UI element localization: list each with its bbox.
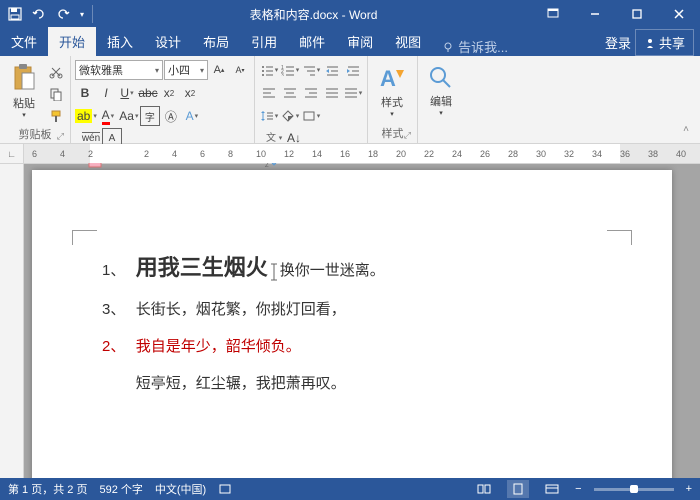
borders-button[interactable]: [301, 106, 321, 126]
underline-button[interactable]: U: [117, 83, 137, 103]
group-editing: 编辑 ▾: [418, 56, 464, 143]
document-line[interactable]: 短亭短，红尘辗，我把萧再叹。: [102, 372, 602, 393]
maximize-icon[interactable]: [616, 0, 658, 28]
tab-file[interactable]: 文件: [0, 27, 48, 56]
tab-home[interactable]: 开始: [48, 27, 96, 56]
styles-icon: A: [378, 64, 406, 92]
word-count[interactable]: 592 个字: [99, 481, 142, 497]
save-icon[interactable]: [4, 3, 26, 25]
collapse-ribbon-icon[interactable]: ˄: [676, 119, 696, 139]
svg-text:A: A: [380, 66, 396, 91]
enclosed-char-icon[interactable]: Ⓐ: [161, 106, 181, 126]
page-count[interactable]: 第 1 页，共 2 页: [8, 481, 87, 497]
page-viewport[interactable]: 1、 用我三生烟火换你一世迷离。 3、 长街长，烟花繁，你挑灯回看， 2、 我自是年…: [24, 164, 700, 478]
align-right-icon[interactable]: [301, 83, 321, 103]
clipboard-dialog-icon[interactable]: ⤢: [57, 131, 64, 142]
font-size-combo[interactable]: 小四▾: [164, 60, 208, 80]
font-color-button[interactable]: A: [98, 106, 118, 126]
window-controls: [532, 0, 700, 28]
editing-button[interactable]: 编辑 ▾: [422, 58, 460, 124]
tell-me[interactable]: 告诉我...: [432, 37, 605, 56]
copy-icon[interactable]: [46, 84, 66, 104]
grow-font-icon[interactable]: A▴: [209, 60, 229, 80]
multilevel-button[interactable]: [301, 60, 321, 80]
subscript-button[interactable]: x2: [159, 83, 179, 103]
undo-icon[interactable]: [28, 3, 50, 25]
qat-dropdown-icon[interactable]: ▾: [76, 3, 88, 25]
char-border-icon[interactable]: 字: [140, 106, 160, 126]
close-icon[interactable]: [658, 0, 700, 28]
document-line[interactable]: 3、 长街长，烟花繁，你挑灯回看，: [102, 298, 602, 319]
tab-references[interactable]: 引用: [240, 27, 288, 56]
align-justify-icon[interactable]: [322, 83, 342, 103]
group-clipboard: 粘贴 ▾ 剪贴板⤢: [0, 56, 71, 143]
login-link[interactable]: 登录: [605, 33, 631, 52]
document-page[interactable]: 1、 用我三生烟火换你一世迷离。 3、 长街长，烟花繁，你挑灯回看， 2、 我自是年…: [32, 170, 672, 478]
svg-text:3: 3: [281, 73, 284, 76]
decrease-indent-icon[interactable]: [322, 60, 342, 80]
share-icon: [644, 37, 656, 49]
shrink-font-icon[interactable]: A▾: [230, 60, 250, 80]
document-line[interactable]: 2、 我自是年少，韶华倾负。: [102, 335, 602, 356]
strike-button[interactable]: abc: [138, 83, 158, 103]
zoom-slider[interactable]: [594, 488, 674, 491]
ribbon-options-icon[interactable]: [532, 0, 574, 28]
increase-indent-icon[interactable]: [343, 60, 363, 80]
share-button[interactable]: 共享: [635, 29, 694, 56]
group-styles: A 样式 ▾ 样式⤢: [368, 56, 418, 143]
zoom-in-icon[interactable]: +: [686, 483, 692, 495]
char-shading-button[interactable]: A: [182, 106, 202, 126]
highlight-button[interactable]: ab: [75, 106, 97, 126]
bullets-button[interactable]: [259, 60, 279, 80]
paste-icon: [11, 63, 37, 93]
redo-icon[interactable]: [52, 3, 74, 25]
document-area: 1、 用我三生烟火换你一世迷离。 3、 长街长，烟花繁，你挑灯回看， 2、 我自是年…: [0, 164, 700, 478]
tab-layout[interactable]: 布局: [192, 27, 240, 56]
format-painter-icon[interactable]: [46, 106, 66, 126]
line-spacing-icon[interactable]: [259, 106, 279, 126]
tab-view[interactable]: 视图: [384, 27, 432, 56]
print-layout-icon[interactable]: [507, 480, 529, 498]
align-distribute-icon[interactable]: [343, 83, 363, 103]
font-name-combo[interactable]: 微软雅黑▾: [75, 60, 163, 80]
proofing-icon[interactable]: [218, 482, 232, 496]
numbering-button[interactable]: 123: [280, 60, 300, 80]
svg-text:文: 文: [266, 131, 276, 144]
group-paragraph: 123 文 A↓ AZ: [255, 56, 368, 143]
styles-dialog-icon[interactable]: ⤢: [404, 130, 411, 141]
ribbon: 粘贴 ▾ 剪贴板⤢ 微软雅黑▾ 小四▾ A▴ A▾ B I U abc: [0, 56, 700, 144]
web-layout-icon[interactable]: [541, 480, 563, 498]
zoom-out-icon[interactable]: −: [575, 483, 581, 495]
tab-selector[interactable]: ∟: [0, 144, 24, 163]
statusbar: 第 1 页，共 2 页 592 个字 中文(中国) − +: [0, 478, 700, 500]
window-title: 表格和内容.docx - Word: [95, 6, 532, 23]
align-center-icon[interactable]: [280, 83, 300, 103]
read-mode-icon[interactable]: [473, 480, 495, 498]
bold-button[interactable]: B: [75, 83, 95, 103]
tab-design[interactable]: 设计: [144, 27, 192, 56]
find-icon: [428, 65, 454, 91]
tab-insert[interactable]: 插入: [96, 27, 144, 56]
language-status[interactable]: 中文(中国): [155, 481, 206, 497]
shading-button[interactable]: [280, 106, 300, 126]
superscript-button[interactable]: x2: [180, 83, 200, 103]
group-font: 微软雅黑▾ 小四▾ A▴ A▾ B I U abc x2 x2 ab A Aa …: [71, 56, 255, 143]
ribbon-tabs: 文件 开始 插入 设计 布局 引用 邮件 审阅 视图 告诉我... 登录 共享: [0, 28, 700, 56]
styles-button[interactable]: A 样式 ▾: [372, 58, 412, 124]
paste-button[interactable]: 粘贴 ▾: [4, 58, 44, 124]
document-line[interactable]: 1、 用我三生烟火换你一世迷离。: [102, 250, 602, 282]
vertical-ruler[interactable]: [0, 164, 24, 478]
cut-icon[interactable]: [46, 62, 66, 82]
minimize-icon[interactable]: [574, 0, 616, 28]
align-left-icon[interactable]: [259, 83, 279, 103]
tab-review[interactable]: 审阅: [336, 27, 384, 56]
italic-button[interactable]: I: [96, 83, 116, 103]
change-case-button[interactable]: Aa: [119, 106, 139, 126]
lightbulb-icon: [442, 41, 454, 53]
horizontal-ruler: ∟ 64224681012141618202224262830323436384…: [0, 144, 700, 164]
tab-mail[interactable]: 邮件: [288, 27, 336, 56]
quick-access-toolbar: ▾: [0, 3, 95, 25]
titlebar: ▾ 表格和内容.docx - Word: [0, 0, 700, 28]
